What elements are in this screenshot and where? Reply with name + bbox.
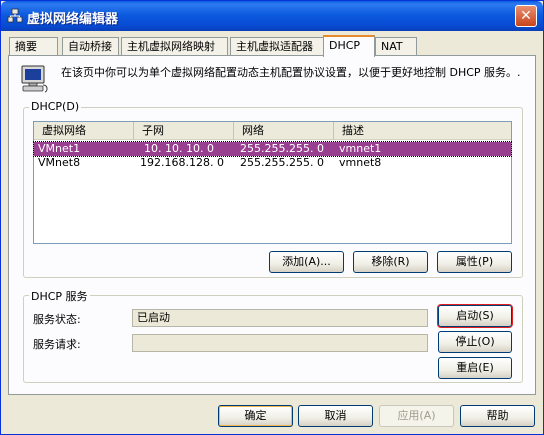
- column-header-network[interactable]: 虚拟网络: [34, 122, 134, 140]
- computer-icon: [21, 65, 48, 93]
- list-header: 虚拟网络 子网 网络 描述: [34, 122, 511, 140]
- close-button[interactable]: ✕: [515, 5, 537, 27]
- service-status-field: 已启动: [132, 309, 428, 327]
- cell-mask: 255.255.255. 0: [240, 142, 324, 155]
- info-description: 在该页中你可以为单个虚拟网络配置动态主机配置协议设置，以便于更好地控制 DHCP…: [61, 66, 521, 79]
- cell-subnet: 192.168.128. 0: [140, 156, 224, 169]
- cancel-button[interactable]: 取消: [298, 405, 373, 427]
- cell-description: vmnet1: [339, 142, 382, 155]
- column-header-subnet[interactable]: 子网: [134, 122, 234, 140]
- network-icon: [7, 8, 23, 23]
- dhcp-group-label: DHCP(D): [29, 100, 82, 113]
- column-header-mask[interactable]: 网络: [234, 122, 334, 140]
- properties-button[interactable]: 属性(P): [437, 251, 512, 273]
- title-bar[interactable]: 虚拟网络编辑器 ✕: [1, 1, 543, 31]
- list-item[interactable]: VMnet1 10. 10. 10. 0 255.255.255. 0 vmne…: [33, 141, 512, 157]
- cell-mask: 255.255.255. 0: [240, 156, 324, 169]
- cell-subnet: 10. 10. 10. 0: [144, 142, 214, 155]
- ok-button[interactable]: 确定: [218, 405, 293, 427]
- restart-button[interactable]: 重启(E): [438, 357, 512, 379]
- service-status-label: 服务状态:: [33, 313, 81, 326]
- start-button[interactable]: 启动(S): [437, 304, 513, 328]
- tab-host-adapters[interactable]: 主机虚拟适配器: [230, 37, 324, 56]
- dhcp-network-list[interactable]: 虚拟网络 子网 网络 描述 VMnet1 10. 10. 10. 0 255.2…: [33, 121, 512, 244]
- virtual-network-editor-window: 虚拟网络编辑器 ✕ 摘要 自动桥接 主机虚拟网络映射 主机虚拟适配器 DHCP …: [0, 0, 544, 435]
- cell-description: vmnet8: [339, 156, 382, 169]
- list-item[interactable]: VMnet8 192.168.128. 0 255.255.255. 0 vmn…: [34, 156, 511, 170]
- column-header-description[interactable]: 描述: [334, 122, 511, 140]
- tab-host-network-mapping[interactable]: 主机虚拟网络映射: [121, 37, 228, 56]
- stop-button[interactable]: 停止(O): [438, 331, 512, 353]
- cell-network: VMnet1: [38, 142, 81, 155]
- remove-button[interactable]: 移除(R): [353, 251, 428, 273]
- apply-button[interactable]: 应用(A): [379, 405, 454, 427]
- help-button[interactable]: 帮助: [460, 405, 535, 427]
- tab-summary[interactable]: 摘要: [9, 37, 58, 56]
- tab-auto-bridge[interactable]: 自动桥接: [62, 37, 119, 56]
- window-title: 虚拟网络编辑器: [27, 12, 119, 27]
- add-button[interactable]: 添加(A)...: [269, 251, 344, 273]
- tab-nat[interactable]: NAT: [375, 37, 417, 56]
- service-request-label: 服务请求:: [33, 338, 81, 351]
- dhcp-service-group-label: DHCP 服务: [29, 288, 90, 304]
- cell-network: VMnet8: [38, 156, 81, 169]
- tab-dhcp[interactable]: DHCP: [323, 35, 375, 57]
- service-request-field: [132, 334, 428, 352]
